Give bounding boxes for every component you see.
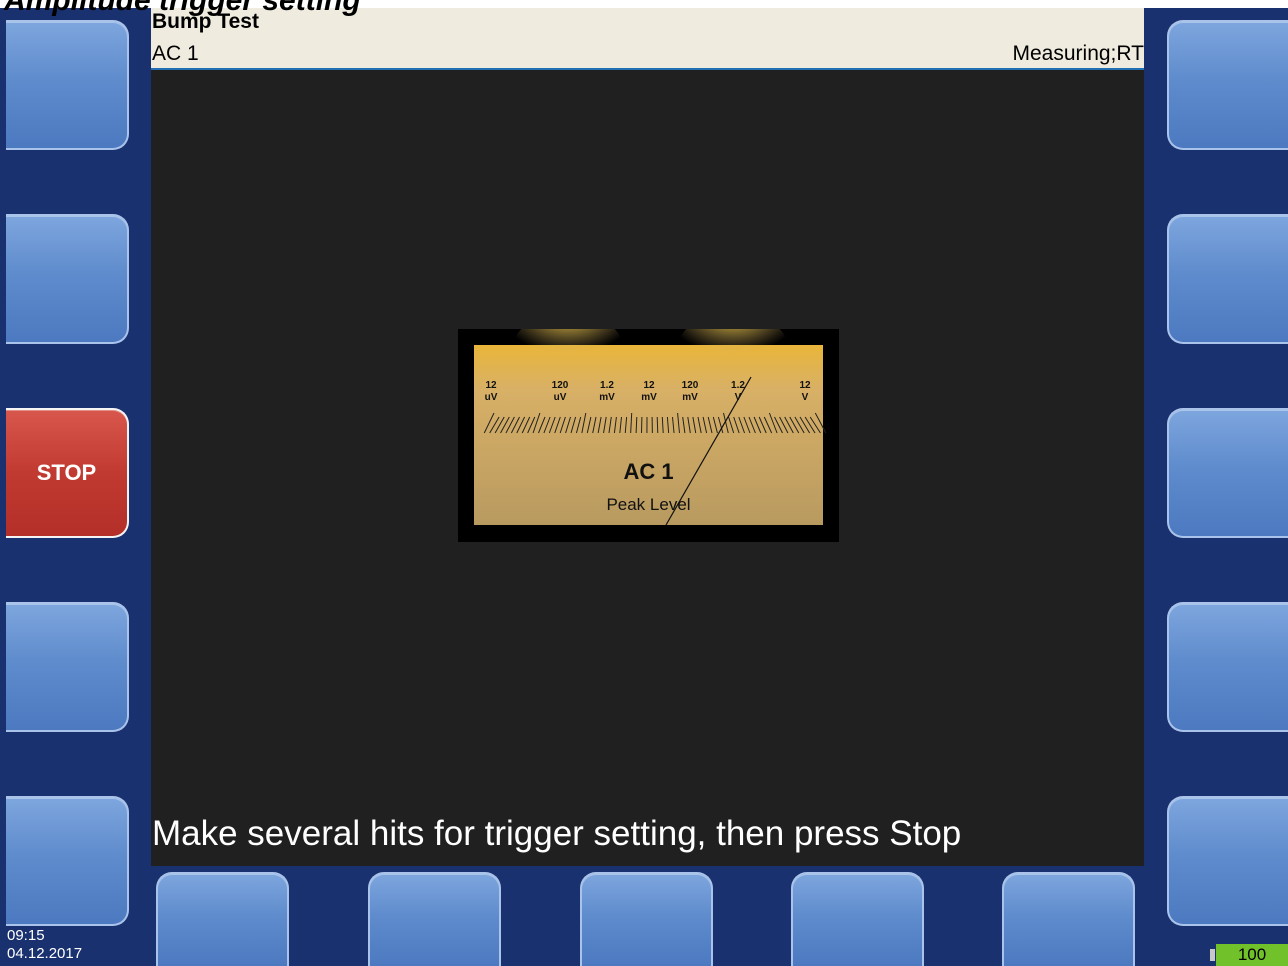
instruction-text: Make several hits for trigger setting, t… bbox=[152, 814, 962, 853]
bottom-soft-key-5[interactable] bbox=[1002, 872, 1135, 966]
clock-date: 04.12.2017 bbox=[7, 945, 83, 962]
clock: 09:15 04.12.2017 bbox=[7, 927, 82, 963]
left-soft-key-2[interactable] bbox=[6, 214, 129, 344]
battery-level: 100 bbox=[1216, 944, 1288, 966]
meter-scale-value-2: 1.2 bbox=[600, 380, 614, 391]
right-soft-key-5[interactable] bbox=[1167, 796, 1288, 926]
header-bar: Bump Test AC 1 Measuring;RT bbox=[151, 8, 1144, 70]
left-soft-key-4[interactable] bbox=[6, 602, 129, 732]
battery-indicator: 100 bbox=[1210, 944, 1288, 966]
left-soft-key-5[interactable] bbox=[6, 796, 129, 926]
bottom-soft-key-4[interactable] bbox=[791, 872, 924, 966]
meter-scale-unit-1: uV bbox=[554, 392, 567, 403]
document-title: Amplitude trigger setting bbox=[4, 0, 361, 17]
right-soft-key-4[interactable] bbox=[1167, 602, 1288, 732]
meter-tick bbox=[656, 416, 659, 434]
right-soft-key-2[interactable] bbox=[1167, 214, 1288, 344]
meter-tick bbox=[635, 416, 638, 434]
channel-label: AC 1 bbox=[152, 42, 199, 65]
bottom-soft-key-3[interactable] bbox=[580, 872, 713, 966]
meter-quantity: Peak Level bbox=[606, 495, 691, 514]
stop-button-label: STOP bbox=[36, 460, 97, 485]
analog-meter: 12 uV 120 uV 1.2 mV 12 mV 120 mV 1.2 V 12 V AC 1 Peak… bbox=[458, 329, 839, 542]
meter-scale-unit-0: uV bbox=[485, 392, 498, 403]
stop-button[interactable]: STOP bbox=[6, 408, 129, 538]
meter-scale-value-0: 12 bbox=[485, 380, 497, 391]
meter-scale-unit-6: V bbox=[802, 392, 809, 403]
right-soft-key-3[interactable] bbox=[1167, 408, 1288, 538]
meter-scale-value-3: 12 bbox=[643, 380, 655, 391]
meter-scale-unit-3: mV bbox=[641, 392, 657, 403]
meter-channel: AC 1 bbox=[623, 459, 674, 484]
status-text: Measuring;RT bbox=[1012, 42, 1145, 65]
meter-scale-unit-5: V bbox=[735, 392, 742, 403]
meter-scale-value-1: 120 bbox=[552, 380, 569, 391]
meter-scale-value-4: 120 bbox=[682, 380, 699, 391]
battery-nub bbox=[1210, 949, 1215, 961]
bottom-soft-key-2[interactable] bbox=[368, 872, 501, 966]
left-soft-key-1[interactable] bbox=[6, 20, 129, 150]
bottom-soft-key-1[interactable] bbox=[156, 872, 289, 966]
meter-scale-value-6: 12 bbox=[799, 380, 811, 391]
meter-scale-unit-4: mV bbox=[682, 392, 698, 403]
meter-scale-unit-2: mV bbox=[599, 392, 615, 403]
clock-time: 09:15 bbox=[7, 927, 45, 944]
right-soft-key-1[interactable] bbox=[1167, 20, 1288, 150]
